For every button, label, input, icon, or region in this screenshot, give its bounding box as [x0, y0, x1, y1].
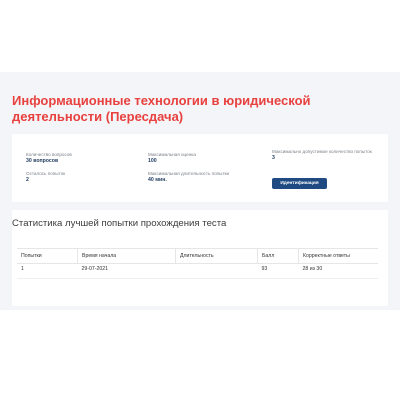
- max-attempts-label: Максимально допустимое количество попыто…: [272, 149, 372, 154]
- stats-table: Попытки Время начала Длительность Балл К…: [17, 248, 378, 279]
- max-duration-value: 40 мин.: [148, 177, 167, 183]
- max-score-value: 100: [148, 158, 157, 164]
- max-duration: Максимальная длительность попытки 40 мин…: [148, 171, 229, 183]
- attempts-left-label: Осталось попыток: [26, 171, 66, 176]
- max-attempts: Максимально допустимое количество попыто…: [272, 149, 372, 161]
- col-score: Балл: [257, 248, 299, 264]
- col-duration: Длительность: [175, 248, 258, 264]
- cell-duration: [175, 263, 258, 279]
- cell-attempt: 1: [17, 263, 78, 279]
- identification-button[interactable]: Идентификация: [272, 178, 327, 189]
- col-attempts: Попытки: [17, 248, 78, 264]
- test-info-card: [12, 134, 388, 202]
- attempts-left: Осталось попыток 2: [26, 171, 65, 183]
- attempts-left-value: 2: [26, 177, 29, 183]
- cell-start-time: 29-07-2021: [77, 263, 176, 279]
- col-correct-answers: Корректные ответы: [298, 248, 378, 264]
- questions-count-value: 30 вопросов: [26, 158, 59, 164]
- page-title: Информационные технологии в юридической …: [12, 93, 311, 124]
- cell-correct-answers: 28 из 30: [298, 263, 378, 279]
- stats-title: Статистика лучшей попытки прохождения те…: [12, 218, 227, 229]
- questions-count: Количество вопросов 30 вопросов: [26, 152, 72, 164]
- stats-table-header: Попытки Время начала Длительность Балл К…: [17, 248, 378, 264]
- max-score: Максимальная оценка 100: [148, 152, 196, 164]
- max-attempts-value: 3: [272, 155, 275, 161]
- cell-score: 93: [257, 263, 299, 279]
- col-start-time: Время начала: [77, 248, 176, 264]
- table-row: 1 29-07-2021 93 28 из 30: [17, 263, 378, 279]
